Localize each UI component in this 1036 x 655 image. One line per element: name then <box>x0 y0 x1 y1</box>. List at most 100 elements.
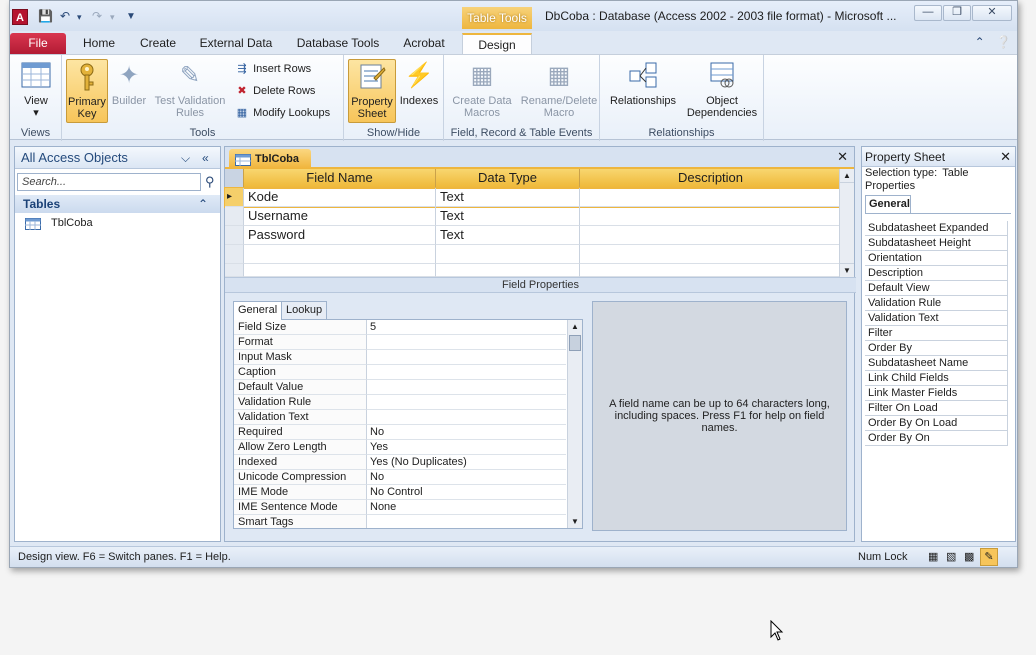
data-type-cell[interactable]: Text <box>436 207 580 226</box>
table-row[interactable] <box>225 264 842 277</box>
property-value[interactable]: Yes <box>367 440 566 455</box>
help-icon[interactable]: ❔ <box>996 35 1011 49</box>
property-value[interactable]: None <box>367 500 566 515</box>
indexes-button[interactable]: ⚡ Indexes <box>398 59 440 123</box>
collapse-ribbon-icon[interactable]: ⌃ <box>975 35 985 49</box>
tab-database-tools[interactable]: Database Tools <box>292 33 384 55</box>
property-sheet-item[interactable]: Orientation <box>865 251 1008 266</box>
view-button[interactable]: View ▾ <box>16 59 56 123</box>
property-row[interactable]: Caption <box>234 365 566 380</box>
table-row[interactable] <box>225 245 842 264</box>
datasheet-view-icon[interactable]: ▦ <box>928 547 938 567</box>
column-header-data-type[interactable]: Data Type <box>436 169 580 188</box>
insert-rows-button[interactable]: ⇶ Insert Rows <box>234 60 311 78</box>
property-sheet-item[interactable]: Filter <box>865 326 1008 341</box>
scroll-up-icon[interactable]: ▲ <box>568 320 582 333</box>
delete-rows-button[interactable]: ✖ Delete Rows <box>234 82 315 100</box>
modify-lookups-button[interactable]: ▦ Modify Lookups <box>234 104 330 122</box>
property-sheet-item[interactable]: Link Child Fields <box>865 371 1008 386</box>
redo-icon[interactable]: ↷ <box>92 9 102 23</box>
property-row[interactable]: Smart Tags <box>234 515 566 528</box>
tab-create[interactable]: Create <box>136 33 180 55</box>
test-validation-rules-button[interactable]: ✎ Test Validation Rules <box>150 59 230 123</box>
scroll-thumb[interactable] <box>569 335 581 351</box>
property-sheet-item[interactable]: Description <box>865 266 1008 281</box>
select-all-corner[interactable] <box>225 169 244 188</box>
field-name-cell[interactable]: Password <box>244 226 436 245</box>
field-name-cell[interactable] <box>244 245 436 264</box>
grid-scrollbar[interactable]: ▲ ▼ <box>839 169 854 277</box>
property-sheet-item[interactable]: Filter On Load <box>865 401 1008 416</box>
pivot-chart-view-icon[interactable]: ▩ <box>964 547 974 567</box>
nav-pane-header[interactable]: All Access Objects ⌵ « <box>15 147 220 169</box>
close-property-sheet-icon[interactable]: ✕ <box>1000 147 1011 167</box>
pivot-table-view-icon[interactable]: ▧ <box>946 547 956 567</box>
property-row[interactable]: IME Mode No Control <box>234 485 566 500</box>
create-data-macros-button[interactable]: ▦ Create Data Macros <box>448 59 516 123</box>
rename-delete-macro-button[interactable]: ▦ Rename/Delete Macro <box>520 59 598 123</box>
row-selector[interactable] <box>225 226 244 245</box>
table-row[interactable]: ▸ Kode Text <box>224 187 842 208</box>
nav-section-tables[interactable]: Tables ⌃ <box>15 195 220 213</box>
close-document-icon[interactable]: ✕ <box>837 149 848 165</box>
property-value[interactable] <box>367 365 566 380</box>
access-app-icon[interactable]: A <box>12 9 28 25</box>
customize-qat-icon[interactable]: ▼ <box>126 11 136 22</box>
property-row[interactable]: Required No <box>234 425 566 440</box>
tab-file[interactable]: File <box>10 33 66 55</box>
description-cell[interactable] <box>580 188 842 207</box>
property-value[interactable]: 5 <box>367 320 566 335</box>
search-icon[interactable]: ⚲ <box>205 174 215 190</box>
property-row[interactable]: Allow Zero Length Yes <box>234 440 566 455</box>
restore-button[interactable]: ❐ <box>943 5 971 21</box>
field-name-cell[interactable]: Username <box>244 207 436 226</box>
data-type-cell[interactable]: Text <box>436 188 580 207</box>
primary-key-button[interactable]: Primary Key <box>66 59 108 123</box>
object-dependencies-button[interactable]: Object Dependencies <box>684 59 760 123</box>
property-value[interactable] <box>367 335 566 350</box>
description-cell[interactable] <box>580 264 842 277</box>
undo-dropdown-icon[interactable]: ▾ <box>77 12 82 23</box>
property-value[interactable]: No Control <box>367 485 566 500</box>
property-value[interactable] <box>367 515 566 528</box>
relationships-button[interactable]: Relationships <box>606 59 680 123</box>
primary-key-row-icon[interactable]: ▸ <box>225 188 244 207</box>
property-sheet-item[interactable]: Order By <box>865 341 1008 356</box>
row-selector[interactable] <box>225 207 244 226</box>
collapse-section-icon[interactable]: ⌃ <box>198 195 208 213</box>
tab-external-data[interactable]: External Data <box>196 33 276 55</box>
table-row[interactable]: Username Text <box>225 207 842 226</box>
property-sheet-tab-general[interactable]: General <box>865 195 911 213</box>
property-row[interactable]: Validation Text <box>234 410 566 425</box>
property-row[interactable]: Default Value <box>234 380 566 395</box>
property-row[interactable]: Indexed Yes (No Duplicates) <box>234 455 566 470</box>
tab-home[interactable]: Home <box>78 33 120 55</box>
row-selector[interactable] <box>225 245 244 264</box>
nav-search-input[interactable]: Search... <box>17 173 201 191</box>
property-sheet-item[interactable]: Subdatasheet Height <box>865 236 1008 251</box>
tab-design[interactable]: Design <box>462 33 532 55</box>
property-value[interactable] <box>367 350 566 365</box>
property-value[interactable] <box>367 410 566 425</box>
data-type-cell[interactable] <box>436 245 580 264</box>
property-value[interactable] <box>367 380 566 395</box>
redo-dropdown-icon[interactable]: ▾ <box>110 12 115 23</box>
property-sheet-item[interactable]: Subdatasheet Expanded <box>865 221 1008 236</box>
data-type-cell[interactable]: Text <box>436 226 580 245</box>
scroll-up-icon[interactable]: ▲ <box>840 169 854 183</box>
row-selector[interactable] <box>225 264 244 277</box>
property-sheet-item[interactable]: Default View <box>865 281 1008 296</box>
nav-dropdown-icon[interactable]: ⌵ <box>181 147 190 169</box>
column-header-description[interactable]: Description <box>580 169 842 188</box>
builder-button[interactable]: ✦ Builder <box>110 59 148 123</box>
property-sheet-button[interactable]: Property Sheet <box>348 59 396 123</box>
close-button[interactable]: ✕ <box>972 5 1012 21</box>
tab-lookup[interactable]: Lookup <box>281 301 328 319</box>
property-value[interactable]: Yes (No Duplicates) <box>367 455 566 470</box>
description-cell[interactable] <box>580 207 842 226</box>
property-row[interactable]: Unicode Compression No <box>234 470 566 485</box>
property-row[interactable]: IME Sentence Mode None <box>234 500 566 515</box>
scroll-down-icon[interactable]: ▼ <box>568 515 582 528</box>
property-sheet-item[interactable]: Order By On Load <box>865 416 1008 431</box>
description-cell[interactable] <box>580 226 842 245</box>
